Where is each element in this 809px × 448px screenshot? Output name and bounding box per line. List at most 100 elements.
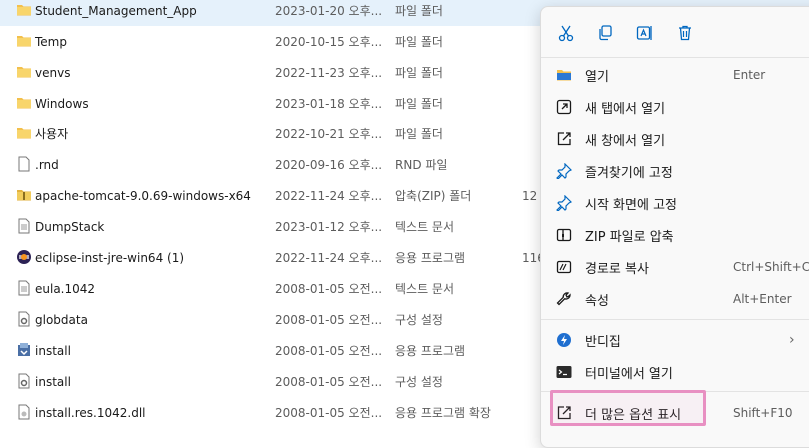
menu-item-pin-start[interactable]: 시작 화면에 고정 — [541, 187, 809, 219]
trash-icon — [679, 25, 691, 41]
copy-icon — [599, 25, 612, 41]
highlight-box — [550, 390, 706, 426]
menu-item-label: 시작 화면에 고정 — [585, 197, 677, 213]
rename-icon — [636, 26, 652, 40]
folder-icon — [16, 125, 32, 141]
file-name: .rnd — [35, 157, 59, 172]
menu-item-shortcut: Shift+F10 — [733, 406, 793, 420]
installer-app-icon — [16, 342, 32, 358]
file-name: venvs — [35, 65, 71, 80]
scissors-icon — [558, 25, 574, 42]
menu-item-open-new-window[interactable]: 새 창에서 열기 — [541, 123, 809, 155]
file-date: 2022-11-24 오후... — [275, 189, 383, 203]
menu-item-properties[interactable]: 속성 Alt+Enter — [541, 283, 809, 315]
folder-icon — [16, 64, 32, 80]
menu-item-label: 열기 — [585, 69, 609, 85]
file-size: 12 — [522, 188, 538, 203]
eclipse-app-icon — [16, 249, 32, 265]
text-file-icon — [16, 280, 32, 296]
file-date: 2022-10-21 오후... — [275, 127, 383, 141]
file-name: install — [35, 343, 71, 358]
file-type: 응용 프로그램 — [395, 344, 466, 358]
menu-item-label: 반디집 — [585, 334, 621, 350]
file-type: 텍스트 문서 — [395, 282, 455, 296]
chevron-right-icon: › — [789, 332, 795, 348]
file-date: 2008-01-05 오전... — [275, 282, 383, 296]
rename-button[interactable] — [633, 21, 657, 45]
wrench-icon — [556, 291, 572, 307]
file-name: install — [35, 374, 71, 389]
context-menu: 열기 Enter 새 탭에서 열기 새 창에서 열기 즐겨찾기에 고정 시작 화… — [540, 6, 809, 448]
file-type: 파일 폴더 — [395, 35, 443, 49]
menu-item-bandizip[interactable]: 반디집 › — [541, 324, 809, 356]
menu-item-compress-zip[interactable]: ZIP 파일로 압축 — [541, 219, 809, 251]
file-icon — [16, 156, 32, 172]
file-date: 2020-09-16 오후... — [275, 158, 383, 172]
open-folder-icon — [556, 67, 572, 83]
menu-item-open[interactable]: 열기 Enter — [541, 59, 809, 91]
folder-icon — [16, 33, 32, 49]
file-type: 압축(ZIP) 폴더 — [395, 189, 472, 203]
file-name: 사용자 — [35, 127, 69, 141]
new-window-icon — [556, 131, 572, 147]
menu-item-shortcut: Alt+Enter — [733, 292, 792, 306]
file-type: 응용 프로그램 — [395, 251, 466, 265]
file-type: 파일 폴더 — [395, 97, 443, 111]
file-date: 2008-01-05 오전... — [275, 313, 383, 327]
file-date: 2020-10-15 오후... — [275, 35, 383, 49]
new-tab-icon — [556, 99, 572, 115]
file-date: 2023-01-12 오후... — [275, 220, 383, 234]
file-date: 2022-11-24 오후... — [275, 251, 383, 265]
file-type: 파일 폴더 — [395, 66, 443, 80]
menu-divider — [541, 319, 809, 320]
settings-file-icon — [16, 311, 32, 327]
file-date: 2008-01-05 오전... — [275, 406, 383, 420]
pin-icon — [556, 162, 573, 180]
file-type: 파일 폴더 — [395, 127, 443, 141]
file-type: RND 파일 — [395, 158, 448, 172]
file-name: eclipse-inst-jre-win64 (1) — [35, 250, 185, 265]
file-name: Student_Management_App — [35, 3, 197, 18]
file-name: Windows — [35, 96, 89, 111]
menu-item-copy-path[interactable]: 경로로 복사 Ctrl+Shift+C — [541, 251, 809, 283]
cut-button[interactable] — [554, 21, 578, 45]
menu-item-label: 새 창에서 열기 — [585, 133, 666, 149]
menu-item-label: 새 탭에서 열기 — [585, 101, 666, 117]
file-date: 2023-01-18 오후... — [275, 97, 383, 111]
menu-divider — [541, 57, 809, 58]
terminal-icon — [556, 364, 572, 380]
file-type: 응용 프로그램 확장 — [395, 406, 491, 420]
delete-button[interactable] — [673, 21, 697, 45]
menu-item-shortcut: Enter — [733, 68, 766, 82]
menu-item-label: 즐겨찾기에 고정 — [585, 165, 673, 181]
file-type: 구성 설정 — [395, 375, 443, 389]
menu-item-label: ZIP 파일로 압축 — [585, 229, 674, 245]
quick-actions-bar — [541, 7, 809, 59]
file-date: 2008-01-05 오전... — [275, 375, 383, 389]
file-date: 2008-01-05 오전... — [275, 344, 383, 358]
menu-item-label: 터미널에서 열기 — [585, 366, 673, 382]
menu-item-pin-favorites[interactable]: 즐겨찾기에 고정 — [541, 155, 809, 187]
file-date: 2023-01-20 오후... — [275, 4, 383, 18]
file-name: Temp — [35, 34, 67, 49]
bandizip-icon — [556, 332, 572, 348]
file-type: 파일 폴더 — [395, 4, 443, 18]
menu-item-open-new-tab[interactable]: 새 탭에서 열기 — [541, 91, 809, 123]
file-name: eula.1042 — [35, 281, 96, 296]
pin-icon — [556, 194, 573, 212]
zip-folder-icon — [16, 187, 32, 203]
file-name: install.res.1042.dll — [35, 405, 146, 420]
menu-item-shortcut: Ctrl+Shift+C — [733, 260, 809, 274]
dll-file-icon — [16, 404, 32, 420]
menu-item-label: 속성 — [585, 293, 609, 309]
copy-button[interactable] — [593, 21, 617, 45]
settings-file-icon — [16, 373, 32, 389]
file-type: 구성 설정 — [395, 313, 443, 327]
menu-item-label: 경로로 복사 — [585, 261, 649, 277]
menu-item-open-terminal[interactable]: 터미널에서 열기 — [541, 356, 809, 388]
text-file-icon — [16, 218, 32, 234]
folder-icon — [16, 2, 32, 18]
zip-icon — [556, 227, 572, 243]
folder-icon — [16, 95, 32, 111]
file-name: globdata — [35, 312, 88, 327]
